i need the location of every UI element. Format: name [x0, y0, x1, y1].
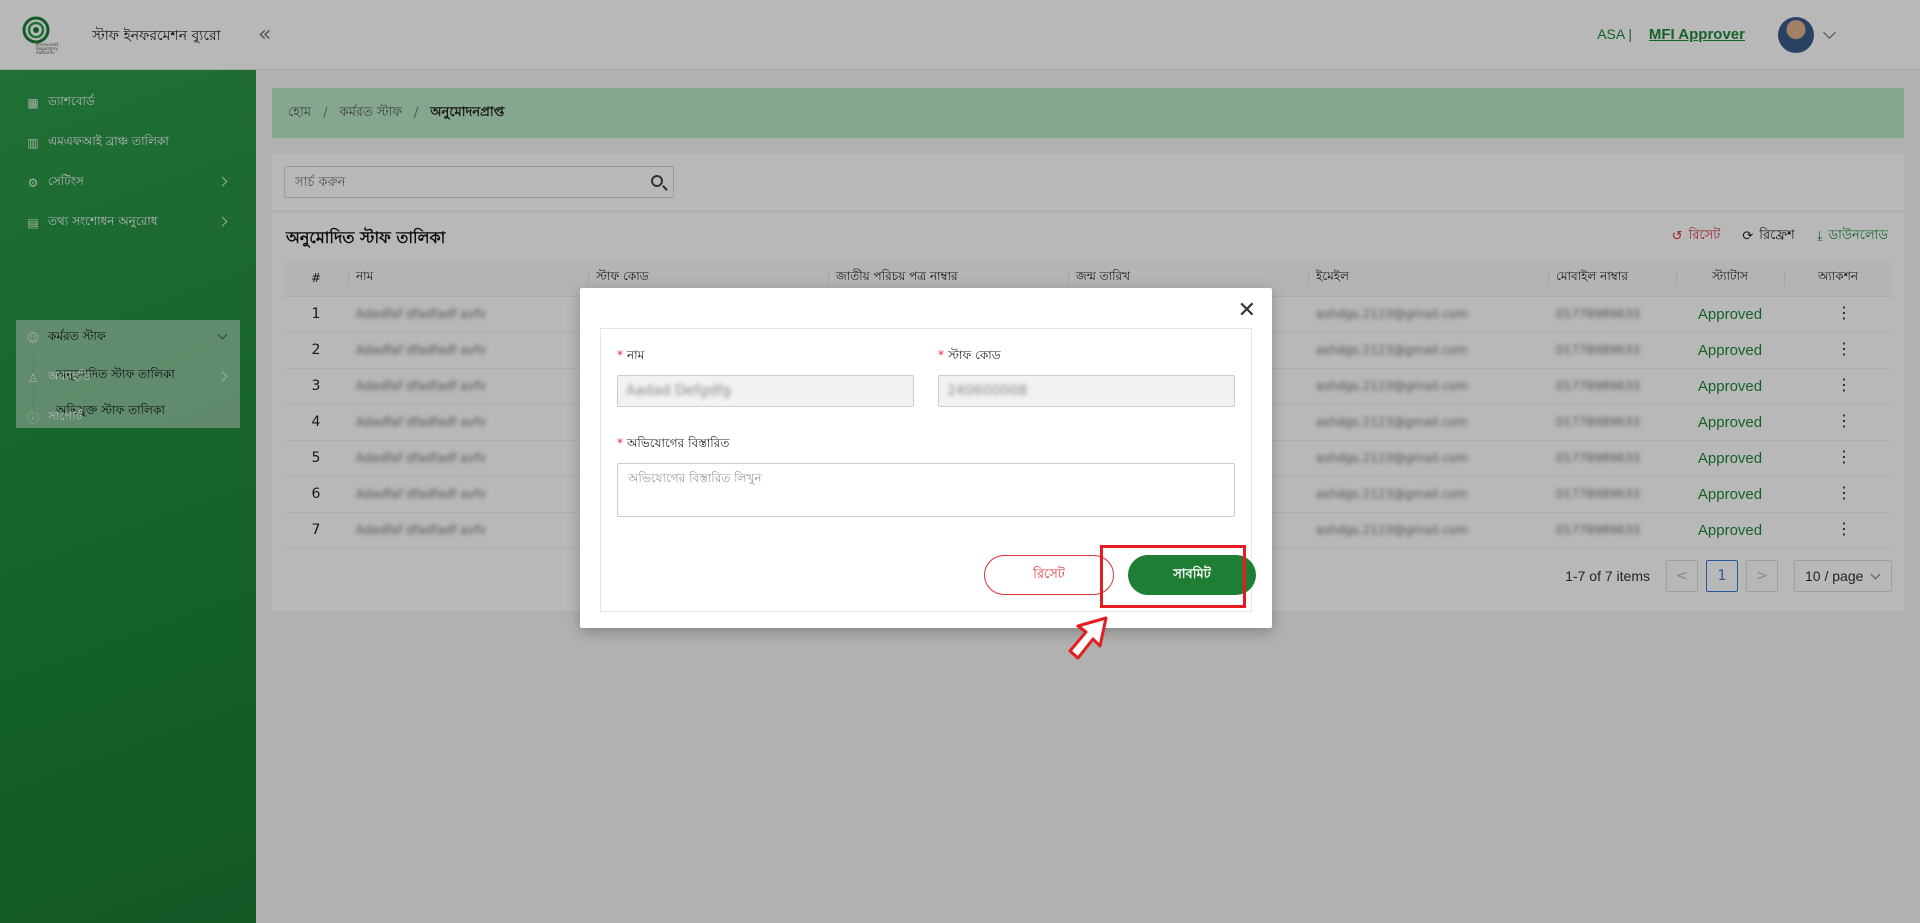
details-textarea[interactable]: অভিযোগের বিস্তারিত লিখুন	[617, 463, 1235, 517]
name-field-value: Aadad Defgdfg	[626, 383, 731, 399]
required-mark: *	[617, 436, 623, 450]
staff-code-field[interactable]: 240600008	[938, 375, 1235, 407]
details-label-text: অভিযোগের বিস্তারিত	[627, 436, 730, 450]
modal-reset-button[interactable]: রিসেট	[984, 555, 1114, 595]
name-label: * নাম	[617, 347, 644, 367]
required-mark: *	[617, 348, 623, 362]
name-field[interactable]: Aadad Defgdfg	[617, 375, 914, 407]
staff-code-label-text: স্টাফ কোড	[948, 348, 1001, 362]
name-label-text: নাম	[627, 348, 645, 362]
staff-code-label: * স্টাফ কোড	[938, 347, 1001, 367]
highlight-box	[1100, 545, 1246, 608]
staff-code-field-value: 240600008	[947, 383, 1028, 399]
close-icon[interactable]: ✕	[1238, 300, 1256, 322]
required-mark: *	[938, 348, 944, 362]
pointer-arrow-icon	[1068, 616, 1108, 660]
details-label: * অভিযোগের বিস্তারিত	[617, 435, 729, 455]
